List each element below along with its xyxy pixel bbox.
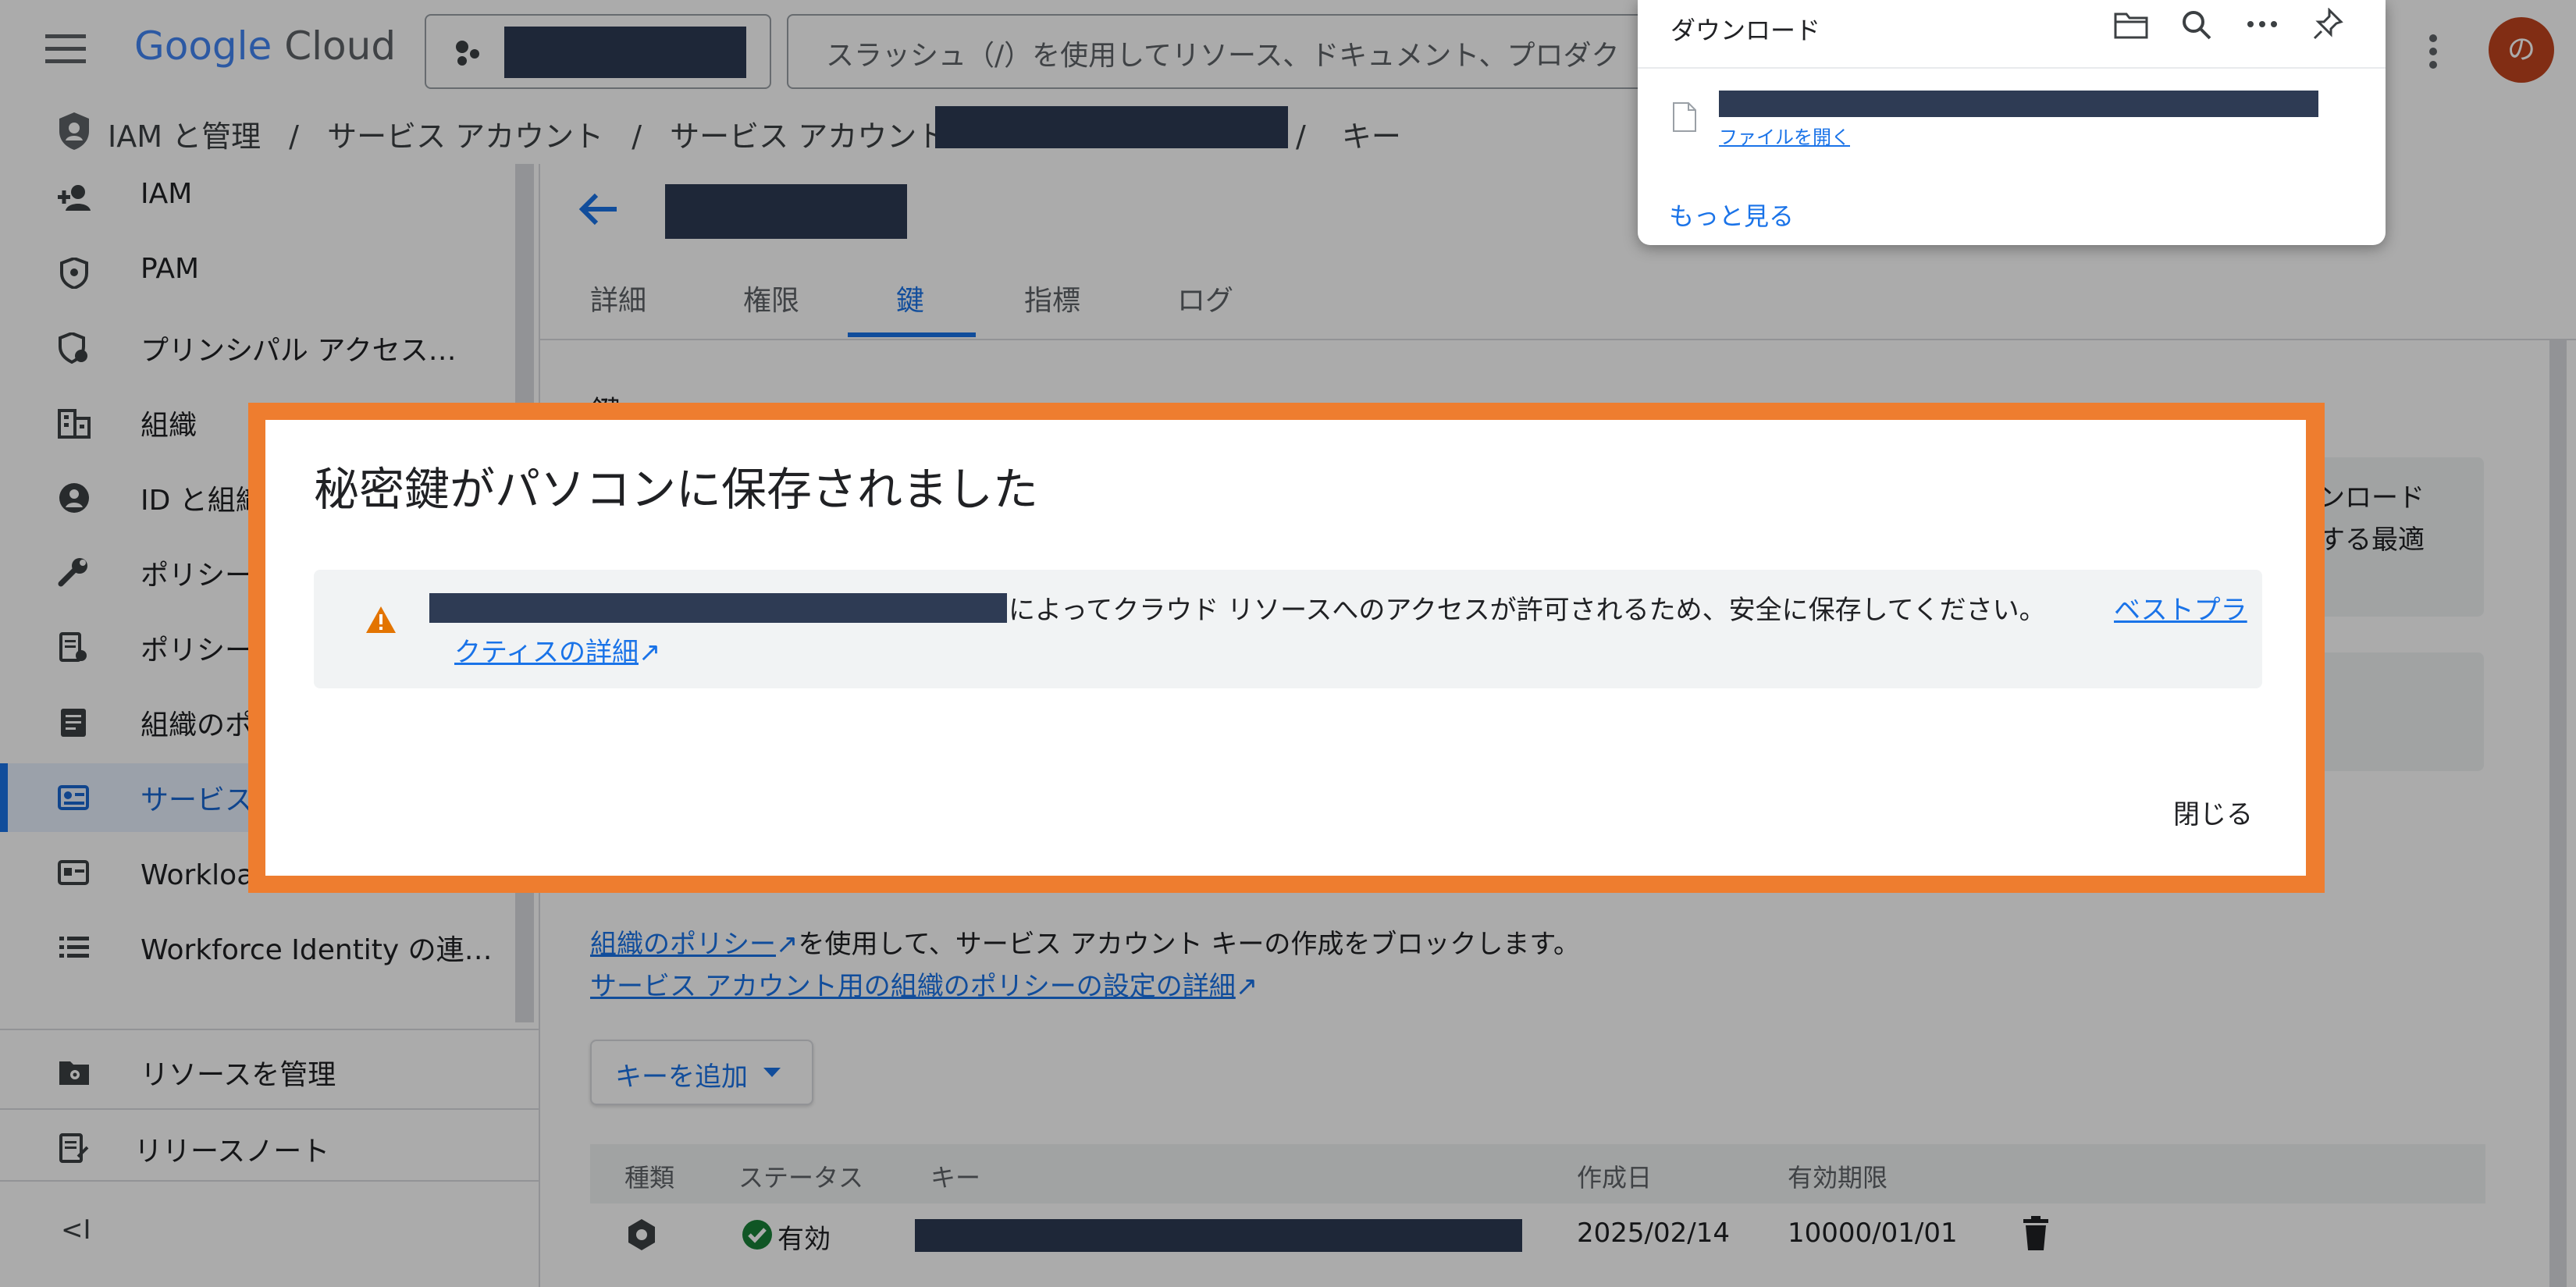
pin-icon[interactable] bbox=[2312, 8, 2343, 41]
file-icon bbox=[1673, 102, 1696, 132]
downloads-title: ダウンロード bbox=[1670, 16, 1821, 45]
search-downloads-icon[interactable] bbox=[2181, 9, 2212, 41]
key-filename-redacted bbox=[429, 593, 1007, 623]
dialog-title: 秘密鍵がパソコンに保存されました bbox=[314, 463, 1039, 516]
warning-icon bbox=[366, 606, 396, 633]
open-folder-icon[interactable] bbox=[2114, 11, 2148, 39]
external-link-icon: ↗ bbox=[638, 637, 661, 668]
more-actions-icon[interactable] bbox=[2247, 20, 2278, 28]
warning-banner: によってクラウド リソースへのアクセスが許可されるため、安全に保存してください。… bbox=[314, 570, 2262, 688]
downloads-panel: ダウンロード ファイルを開く もっと見る bbox=[1638, 0, 2386, 245]
best-practices-link-line2[interactable]: クティスの詳細↗ bbox=[454, 631, 660, 669]
key-saved-dialog: 秘密鍵がパソコンに保存されました によってクラウド リソースへのアクセスが許可さ… bbox=[265, 420, 2306, 876]
downloaded-filename-redacted bbox=[1719, 91, 2318, 117]
best-practices-link-part2[interactable]: クティスの詳細 bbox=[454, 637, 639, 668]
close-button[interactable]: 閉じる bbox=[2173, 793, 2253, 831]
warning-text: によってクラウド リソースへのアクセスが許可されるため、安全に保存してください。 bbox=[1009, 595, 2046, 626]
best-practices-link-part1[interactable]: ベストプラ bbox=[2114, 588, 2247, 627]
open-file-link[interactable]: ファイルを開く bbox=[1719, 122, 1850, 149]
panel-divider bbox=[1638, 67, 2386, 69]
see-more-link[interactable]: もっと見る bbox=[1669, 197, 1794, 233]
